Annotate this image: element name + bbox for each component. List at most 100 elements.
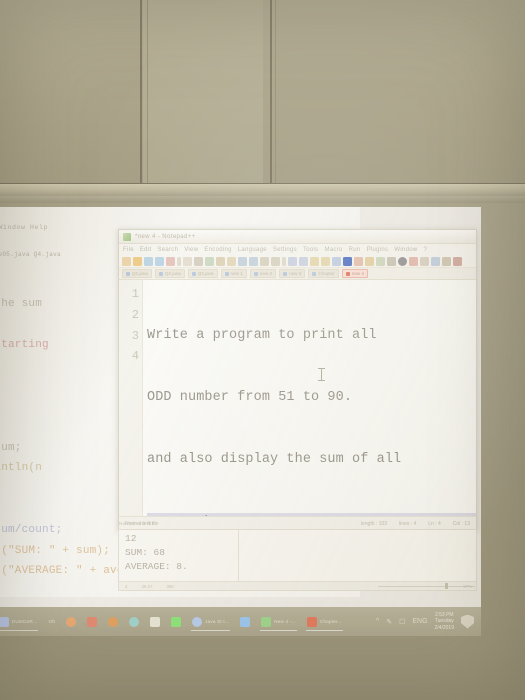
zoom-slider[interactable] [378,583,475,589]
taskbar-item-java[interactable]: Java St t... [189,611,232,632]
zoom-slider-handle[interactable] [445,583,448,589]
taskbar-item-oft[interactable]: Oft [45,611,58,632]
save-all-icon[interactable] [155,256,164,266]
taskbar-item-window[interactable] [237,611,253,632]
cut-icon[interactable] [205,256,214,266]
zoom-out-icon[interactable] [299,256,308,266]
word-wrap-icon[interactable] [321,256,330,266]
document-tab-new2[interactable]: new 2 [249,269,277,278]
document-tab-bar[interactable]: Q1.java Q2.java Q3.java new 1 new 2 new … [119,268,476,280]
document-tab-new3[interactable]: new 3 [279,269,306,278]
network-icon[interactable]: ☐ [399,618,405,626]
menu-bar[interactable]: File Edit Search View Encoding Language … [119,244,476,255]
ide-toolbar[interactable] [0,235,62,245]
menu-item-language[interactable]: Language [238,247,267,253]
toolbar[interactable] [119,255,476,268]
excel-icon [171,616,182,627]
document-tab-q2[interactable]: Q2.java [154,269,185,278]
system-tray[interactable]: ^ ✎ ☐ ENG 2:53 PM Tuesday 2/4/2019 [376,612,477,632]
undo-icon[interactable] [238,256,247,266]
menu-item-search[interactable]: Search [157,247,178,253]
menu-item-plugins[interactable]: Plugins [367,247,389,253]
taskbar-clock[interactable]: 2:53 PM Tuesday 2/4/2019 [435,612,454,632]
toolbar-separator-2 [282,256,286,266]
menu-item-settings[interactable]: Settings [273,247,297,253]
file-icon [253,271,258,276]
redo-icon[interactable] [249,256,258,266]
pen-icon[interactable]: ✎ [386,618,392,626]
paste-icon[interactable] [227,256,236,266]
new-file-icon[interactable] [122,256,131,266]
menu-item-tools[interactable]: Tools [303,247,319,253]
windows-defender-shield-icon[interactable] [461,614,474,629]
taskbar-item-dumo4r[interactable]: DUMO4R... [0,611,40,632]
taskbar-item-chapter[interactable]: Chapter... [304,611,345,632]
find-icon[interactable] [260,256,269,266]
menu-item-encoding[interactable]: Encoding [204,247,231,253]
edge-icon [129,616,140,627]
menu-item-window[interactable]: Window [394,247,417,253]
taskbar-item-notepad[interactable] [147,611,163,632]
record-macro-icon[interactable] [343,256,352,266]
zoom-in-icon[interactable] [288,256,297,266]
document-map-icon[interactable] [420,256,429,266]
menu-item-view[interactable]: View [184,247,198,253]
document-tab-q3[interactable]: Q3.java [187,269,218,278]
console-output-pane[interactable]: Normal text file 12 SUM: 68 AVERAGE: 8. … [118,521,477,591]
menu-item-help[interactable]: ? [424,247,428,253]
sync-scroll-icon[interactable] [310,256,319,266]
document-tab-q1[interactable]: Q1.java [122,269,152,278]
plugin-manager-icon[interactable] [453,256,462,266]
editor-pane[interactable]: 1 2 3 4 Write a program to print all ODD… [119,280,476,534]
taskbar-item-firefox[interactable] [63,611,79,632]
macro-shortcut-icon[interactable] [409,256,418,266]
taskbar-item-excel[interactable] [168,611,184,632]
document-tab-new4[interactable]: new 4 [341,269,368,278]
console-scroll-label: 49.27 [141,583,153,589]
windows-taskbar[interactable]: Subtotal D... DUMO4R... Oft Java St t...… [0,607,481,636]
status-column: Col : 13 [452,520,470,527]
volume-icon[interactable]: ENG [412,618,427,625]
menu-item-run[interactable]: Run [349,247,361,253]
close-all-icon[interactable] [183,256,192,266]
file-icon [224,271,229,276]
document-tab-label: new 3 [289,271,302,276]
print-icon[interactable] [194,256,203,266]
ide-tab-bar[interactable]: Q1.java TestFile05.java Q4.java [0,251,61,258]
ide-menu-bar[interactable]: w Team Tools Window Help [0,224,48,231]
projector-screen: w Team Tools Window Help Q1.java TestFil… [0,207,481,630]
console-scrollbar[interactable]: 4 49.27 390 97% [119,581,476,590]
document-tab-chapter[interactable]: Chapter [308,269,339,278]
replace-icon[interactable] [271,256,280,266]
open-folder-icon[interactable] [133,256,142,266]
tab-settings-icon[interactable] [387,256,396,266]
play-macro-icon[interactable] [365,256,374,266]
copy-icon[interactable] [216,256,225,266]
menu-item-macro[interactable]: Macro [324,247,342,253]
line-number: 4 [131,349,139,364]
stop-macro-icon[interactable] [354,256,363,266]
menu-item-file[interactable]: File [123,247,134,253]
show-symbol-icon[interactable] [332,256,341,266]
text-content-area[interactable]: Write a program to print all ODD number … [143,280,476,534]
taskbar-item-label: Oft [48,619,56,624]
window-title-bar[interactable]: *new 4 - Notepad++ [119,230,476,244]
monitor-icon[interactable] [398,256,407,266]
line-number: 1 [131,287,139,301]
file-icon [191,271,196,276]
taskbar-item-label: DUMO4R... [11,619,38,624]
taskbar-item-new4[interactable]: New 4 -... [258,611,299,632]
taskbar-item-edge[interactable] [126,611,142,632]
save-icon[interactable] [144,256,153,266]
close-icon[interactable] [166,256,175,266]
taskbar-item-chrome[interactable] [105,611,121,632]
show-hidden-icons-chevron[interactable]: ^ [376,618,379,625]
notepad-plus-plus-window[interactable]: *new 4 - Notepad++ File Edit Search View… [118,229,477,534]
document-tab-new1[interactable]: new 1 [220,269,247,278]
menu-item-edit[interactable]: Edit [140,247,152,253]
folder-workspace-icon[interactable] [442,256,451,266]
line-number-gutter: 1 2 3 4 [119,280,143,516]
function-list-icon[interactable] [431,256,440,266]
taskbar-item-pdf[interactable] [84,611,100,632]
run-icon[interactable] [376,256,385,266]
